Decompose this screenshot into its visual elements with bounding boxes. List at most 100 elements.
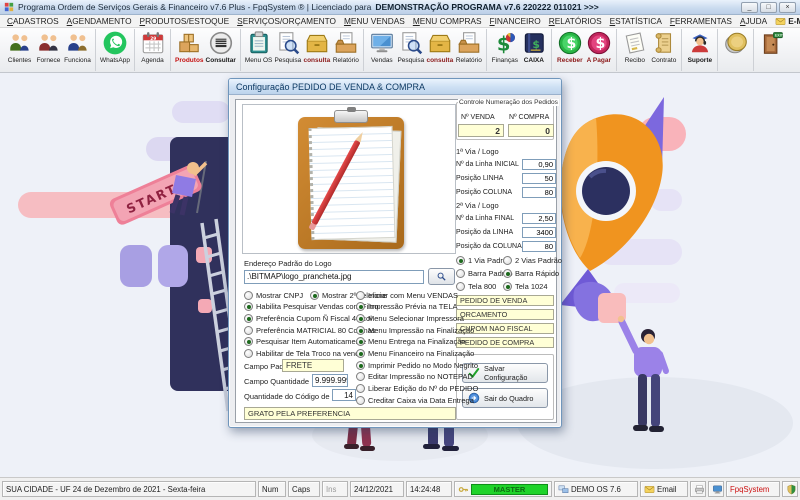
toolbar-button-caixa[interactable]: $CAIXA [519, 29, 548, 71]
toolbar-button-label: Pesquisa [274, 57, 301, 64]
toolbar-button-menu-os[interactable]: Menu OS [244, 29, 273, 71]
toolbar: ClientesForneceFuncionaWhatsApp29AgendaP… [0, 28, 800, 73]
menu-item-ajuda[interactable]: AJUDA [736, 16, 771, 26]
radio-option[interactable]: Barra Rápido [503, 268, 559, 278]
report-icon [333, 30, 359, 56]
toolbar-button-coin-icon[interactable] [721, 29, 750, 71]
posicao-linha-field[interactable]: 50 [522, 173, 556, 184]
radio-option-label: Iniciar com Menu VENDAS [368, 291, 458, 300]
toolbar-button-receber[interactable]: $Receber [555, 29, 584, 71]
menu-item-agendamento[interactable]: AGENDAMENTO [63, 16, 136, 26]
radio-option[interactable]: Tela 1024 [503, 281, 548, 291]
toolbar-button-relatorio[interactable]: Relatório [454, 29, 483, 71]
toolbar-button-relatorio[interactable]: Relatório [331, 29, 360, 71]
menu-item-produtos-estoque[interactable]: PRODUTOS/ESTOQUE [136, 16, 234, 26]
suppliers-icon [36, 30, 62, 56]
toolbar-button-agenda[interactable]: 29Agenda [138, 29, 167, 71]
menu-item-menu-compras[interactable]: MENU COMPRAS [409, 16, 486, 26]
status-text: FpqSystem [730, 485, 769, 494]
radio-option[interactable]: Preferência Cupom Ñ Fiscal 40 col [244, 313, 372, 323]
toolbar-button-label: Suporte [688, 57, 713, 64]
venda-number-field[interactable]: 2 [458, 124, 504, 137]
radio-option[interactable]: Impressão Prévia na TELA [356, 302, 458, 312]
toolbar-button-exit-icon[interactable]: EXIT [757, 29, 786, 71]
numbering-group-title: Controle Numeração dos Pedidos [458, 99, 559, 106]
toolbar-button-pesquisa[interactable]: Pesquisa [396, 29, 425, 71]
via1-row: Posição LINHA 50 [456, 173, 556, 185]
radio-option[interactable]: Imprimir Pedido no Modo Negrito [356, 360, 478, 370]
radio-option[interactable]: Menu Financeiro na Finalização [356, 349, 474, 359]
via2-row: Nº da Linha FINAL 2,50 [456, 213, 556, 225]
toolbar-button-label: Vendas [371, 57, 393, 64]
document-type-field[interactable]: ORCAMENTO [456, 309, 554, 320]
monitor-small-icon [712, 484, 723, 495]
status-master: MASTER [454, 481, 552, 497]
menu-item-estatistica[interactable]: ESTATÍSTICA [606, 16, 666, 26]
svg-text:EXIT: EXIT [775, 34, 784, 38]
toolbar-button-pesquisa[interactable]: Pesquisa [273, 29, 302, 71]
field-label: Posição da COLUNA [456, 243, 522, 250]
toolbar-button-produtos[interactable]: Produtos [174, 29, 205, 71]
maximize-button[interactable]: □ [760, 2, 777, 13]
radio-option[interactable]: Mostrar CNPJ [244, 290, 303, 300]
toolbar-button-fornece[interactable]: Fornece [34, 29, 63, 71]
posicao-da-linha-field[interactable]: 3400 [522, 227, 556, 238]
menu-item-ferramentas[interactable]: FERRAMENTAS [666, 16, 736, 26]
clipboard-icon [246, 30, 272, 56]
codigo-barras-field[interactable]: 14 [332, 389, 356, 401]
browse-logo-button[interactable] [428, 268, 455, 285]
radio-unchecked-icon [244, 326, 253, 335]
menu-item-servicos-orcamento[interactable]: SERVIÇOS/ORÇAMENTO [233, 16, 340, 26]
toolbar-button-consulta[interactable]: consulta [425, 29, 454, 71]
posicao-coluna-field[interactable]: 80 [522, 187, 556, 198]
footer-message-field[interactable]: GRATO PELA PREFERENCIA [244, 407, 456, 420]
logo-path-input[interactable]: .\BITMAP\logo_prancheta.jpg [244, 270, 424, 284]
radio-option[interactable]: Tela 800 [456, 281, 496, 291]
linha-inicial-field[interactable]: 0,90 [522, 159, 556, 170]
toolbar-button-a-pagar[interactable]: $A Pagar [584, 29, 613, 71]
contract-icon [651, 30, 677, 56]
menu-item-relatorios[interactable]: RELATÓRIOS [545, 16, 606, 26]
radio-option[interactable]: 2 Vias Padrão [503, 255, 562, 265]
toolbar-button-suporte[interactable]: Suporte [685, 29, 714, 71]
toolbar-group: Menu OSPesquisaconsultaRelatório [241, 29, 364, 71]
radio-option[interactable]: Menu Impressão na Finalização [356, 325, 474, 335]
menu-item-cadastros[interactable]: CADASTROS [3, 16, 63, 26]
radio-option[interactable]: Creditar Caixa via Data Entrega [356, 395, 474, 405]
radio-option[interactable]: Menu Selecionar Impressora [356, 313, 464, 323]
menu-item-email[interactable]: E-MAIL [771, 16, 800, 27]
radio-option[interactable]: Menu Entrega na Finalização [356, 337, 466, 347]
toolbar-button-financas[interactable]: $Finanças [490, 29, 519, 71]
radio-option[interactable]: Habilitar de Tela Troco na venda [244, 349, 363, 359]
compra-number-label: Nº COMPRA [509, 114, 549, 121]
toolbar-button-whatsapp[interactable]: WhatsApp [99, 29, 131, 71]
campo-quantidade-field[interactable]: 9.999.999 [312, 374, 348, 387]
radio-option[interactable]: Editar Impressão no NOTEPAD [356, 372, 473, 382]
posicao-da-coluna-field[interactable]: 80 [522, 241, 556, 252]
toolbar-button-funciona[interactable]: Funciona [63, 29, 92, 71]
radio-option[interactable]: Pesquisar Item Automaticamente [244, 337, 366, 347]
radio-option[interactable]: Liberar Edição do Nº do PEDIDO [356, 384, 478, 394]
document-type-field[interactable]: PEDIDO DE COMPRA [456, 337, 554, 348]
whatsapp-icon [102, 30, 128, 56]
compra-number-field[interactable]: 0 [508, 124, 554, 137]
email-icon [644, 484, 655, 495]
close-button[interactable]: × [779, 2, 796, 13]
toolbar-button-recibo[interactable]: Recibo [620, 29, 649, 71]
toolbar-button-contrato[interactable]: Contrato [649, 29, 678, 71]
radio-option-label: Menu Financeiro na Finalização [368, 349, 474, 358]
menu-item-financeiro[interactable]: FINANCEIRO [486, 16, 545, 26]
radio-option[interactable]: Iniciar com Menu VENDAS [356, 290, 458, 300]
toolbar-button-clientes[interactable]: Clientes [5, 29, 34, 71]
radio-option-label: Menu Selecionar Impressora [368, 314, 464, 323]
toolbar-button-label: Finanças [492, 57, 518, 64]
toolbar-group: $Receber$A Pagar [552, 29, 617, 71]
minimize-button[interactable]: _ [741, 2, 758, 13]
document-type-field[interactable]: PEDIDO DE VENDA [456, 295, 554, 306]
campo-padrao-field[interactable]: FRETE [282, 359, 344, 372]
toolbar-button-consulta[interactable]: consulta [302, 29, 331, 71]
toolbar-button-vendas[interactable]: Vendas [367, 29, 396, 71]
menu-item-menu-vendas[interactable]: MENU VENDAS [340, 16, 409, 26]
linha-final-field[interactable]: 2,50 [522, 213, 556, 224]
toolbar-button-consultar[interactable]: Consultar [205, 29, 237, 71]
